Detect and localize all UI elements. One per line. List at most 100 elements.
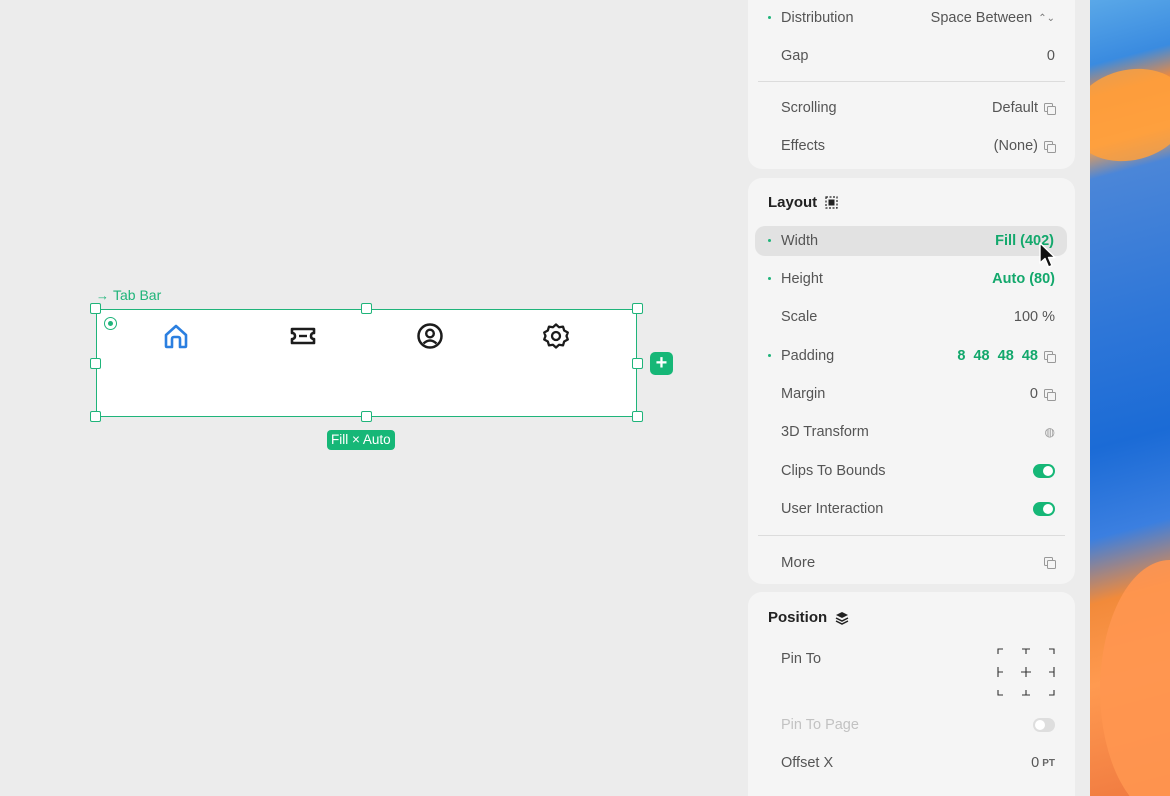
margin-value[interactable]: 0 [1029, 386, 1056, 402]
padding-label: Padding [781, 348, 835, 364]
pin-to-grid[interactable] [996, 647, 1056, 697]
pin-to-page-value[interactable] [1033, 718, 1055, 732]
margin-value-text: 0 [1029, 386, 1038, 402]
margin-label: Margin [781, 386, 826, 402]
resize-handle-top-right[interactable] [632, 303, 643, 314]
inspector-panel: Distribution Space Between ⌃⌄ Gap 0 Scro… [745, 0, 1090, 796]
canvas[interactable]: → Tab Bar + Fill × Auto [0, 0, 745, 796]
clips-to-bounds-label: Clips To Bounds [781, 463, 886, 479]
profile-icon[interactable] [415, 321, 445, 351]
gap-label: Gap [781, 48, 809, 64]
size-chip[interactable]: Fill × Auto [327, 430, 395, 450]
offset-x-label: Offset X [781, 755, 834, 771]
frame-label-text: Tab Bar [113, 287, 162, 303]
height-row[interactable]: Height Auto (80) [748, 264, 1075, 294]
divider [758, 535, 1065, 536]
layout-card: Layout Width Fill (402) Height Auto (80)… [748, 178, 1075, 584]
resize-handle-right[interactable] [632, 358, 643, 369]
distribution-value[interactable]: Space Between ⌃⌄ [931, 10, 1055, 26]
position-title: Position [768, 609, 849, 626]
width-row[interactable]: Width Fill (402) [755, 226, 1067, 256]
modified-dot [768, 239, 771, 242]
offset-x-unit: PT [1042, 757, 1055, 769]
user-interaction-toggle[interactable] [1033, 502, 1055, 516]
scrolling-value-text: Default [992, 100, 1038, 116]
copy-icon[interactable] [1044, 556, 1056, 569]
copy-icon[interactable] [1044, 140, 1056, 153]
home-icon[interactable] [161, 321, 191, 351]
offset-x-value[interactable]: 0 PT [1031, 755, 1055, 771]
gap-row[interactable]: Gap 0 [748, 41, 1075, 71]
arrow-right-icon: → [96, 287, 109, 303]
layers-icon[interactable] [835, 611, 849, 625]
margin-row[interactable]: Margin 0 [748, 379, 1075, 409]
position-card: Position Pin To Pin To Page Offset X 0 P… [748, 592, 1075, 796]
transform-3d-value[interactable]: ◍ [1045, 425, 1055, 439]
pin-to-page-label: Pin To Page [781, 717, 859, 733]
modified-dot [768, 354, 771, 357]
transform-3d-label: 3D Transform [781, 424, 869, 440]
effects-label: Effects [781, 138, 826, 154]
padding-value[interactable]: 8 48 48 48 [957, 348, 1056, 364]
scrolling-value[interactable]: Default [992, 100, 1056, 116]
globe-icon[interactable]: ◍ [1045, 425, 1055, 439]
gap-value[interactable]: 0 [1047, 48, 1055, 64]
padding-row[interactable]: Padding 8 48 48 48 [748, 341, 1075, 371]
clips-to-bounds-toggle[interactable] [1033, 464, 1055, 478]
scrolling-label: Scrolling [781, 100, 837, 116]
more-label: More [781, 553, 816, 571]
mouse-cursor-icon [1039, 242, 1056, 268]
offset-x-value-text: 0 [1031, 755, 1040, 771]
user-interaction-value[interactable] [1033, 502, 1055, 516]
width-label: Width [781, 233, 819, 249]
pin-to-page-row[interactable]: Pin To Page [748, 710, 1075, 740]
resize-handle-top[interactable] [361, 303, 372, 314]
modified-dot [768, 277, 771, 280]
settings-icon[interactable] [541, 321, 571, 351]
frame-origin-icon[interactable] [104, 317, 117, 330]
padding-value-text: 8 48 48 48 [957, 348, 1038, 364]
chevron-up-down-icon: ⌃⌄ [1038, 12, 1055, 24]
scale-label: Scale [781, 309, 818, 325]
effects-value[interactable]: (None) [993, 138, 1056, 154]
frame-label[interactable]: → Tab Bar [96, 287, 161, 303]
frame-select-icon[interactable] [825, 196, 838, 209]
offset-x-row[interactable]: Offset X 0 PT [748, 748, 1075, 778]
copy-icon[interactable] [1044, 388, 1056, 401]
resize-handle-left[interactable] [90, 358, 101, 369]
resize-handle-bottom[interactable] [361, 411, 372, 422]
scrolling-row[interactable]: Scrolling Default [748, 93, 1075, 123]
resize-handle-bottom-left[interactable] [90, 411, 101, 422]
stack-card: Distribution Space Between ⌃⌄ Gap 0 Scro… [748, 0, 1075, 169]
modified-dot [768, 16, 771, 19]
clips-to-bounds-value[interactable] [1033, 464, 1055, 478]
copy-icon[interactable] [1044, 102, 1056, 115]
user-interaction-label: User Interaction [781, 501, 884, 517]
clips-to-bounds-row[interactable]: Clips To Bounds [748, 456, 1075, 486]
more-value[interactable] [1044, 556, 1056, 569]
effects-value-text: (None) [993, 138, 1038, 154]
layout-title-text: Layout [768, 194, 818, 211]
ticket-icon[interactable] [288, 321, 318, 351]
height-label: Height [781, 271, 823, 287]
pin-to-label: Pin To [781, 651, 822, 667]
more-row[interactable]: More [748, 547, 1075, 577]
transform-3d-row[interactable]: 3D Transform ◍ [748, 417, 1075, 447]
position-title-text: Position [768, 609, 828, 626]
desktop-wallpaper [1090, 0, 1170, 796]
layout-title: Layout [768, 194, 838, 211]
distribution-row[interactable]: Distribution Space Between ⌃⌄ [748, 3, 1075, 33]
scale-value[interactable]: 100 % [1014, 309, 1055, 325]
divider [758, 81, 1065, 82]
effects-row[interactable]: Effects (None) [748, 131, 1075, 161]
user-interaction-row[interactable]: User Interaction [748, 494, 1075, 524]
copy-icon[interactable] [1044, 350, 1056, 363]
add-element-button[interactable]: + [650, 352, 673, 375]
scale-row[interactable]: Scale 100 % [748, 302, 1075, 332]
resize-handle-bottom-right[interactable] [632, 411, 643, 422]
distribution-value-text: Space Between [930, 10, 1033, 26]
height-value[interactable]: Auto (80) [992, 271, 1055, 287]
pin-to-page-toggle[interactable] [1033, 718, 1055, 732]
distribution-label: Distribution [781, 10, 854, 26]
resize-handle-top-left[interactable] [90, 303, 101, 314]
